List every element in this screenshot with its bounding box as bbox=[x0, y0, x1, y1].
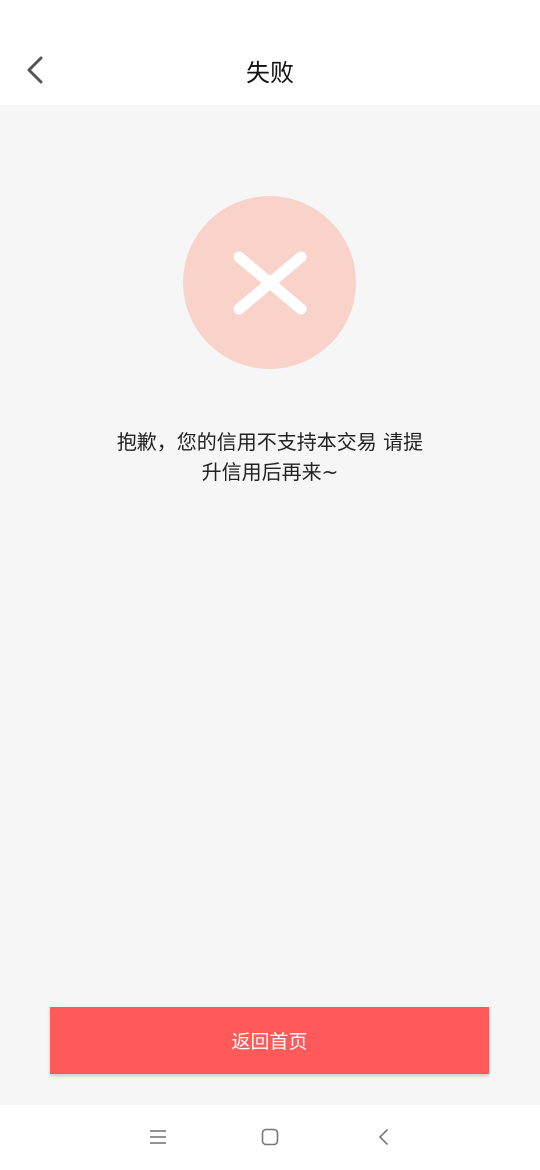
return-home-button[interactable]: 返回首页 bbox=[50, 1007, 489, 1074]
nav-back-button[interactable] bbox=[361, 1119, 405, 1155]
nav-home-button[interactable] bbox=[248, 1119, 292, 1155]
page-title: 失败 bbox=[246, 59, 294, 87]
menu-icon bbox=[150, 1130, 166, 1144]
system-navigation-bar bbox=[0, 1105, 540, 1170]
back-icon bbox=[379, 1129, 388, 1145]
square-icon bbox=[261, 1128, 279, 1146]
failure-message: 抱歉，您的信用不支持本交易 请提 升信用后再来~ bbox=[95, 427, 445, 487]
failure-message-line-1: 抱歉，您的信用不支持本交易 请提 bbox=[116, 430, 424, 454]
header-bar: 失败 bbox=[0, 0, 540, 105]
failure-status-icon bbox=[183, 196, 356, 369]
nav-menu-button[interactable] bbox=[136, 1119, 180, 1155]
failure-message-line-2: 升信用后再来~ bbox=[201, 460, 339, 484]
close-icon bbox=[233, 251, 306, 314]
